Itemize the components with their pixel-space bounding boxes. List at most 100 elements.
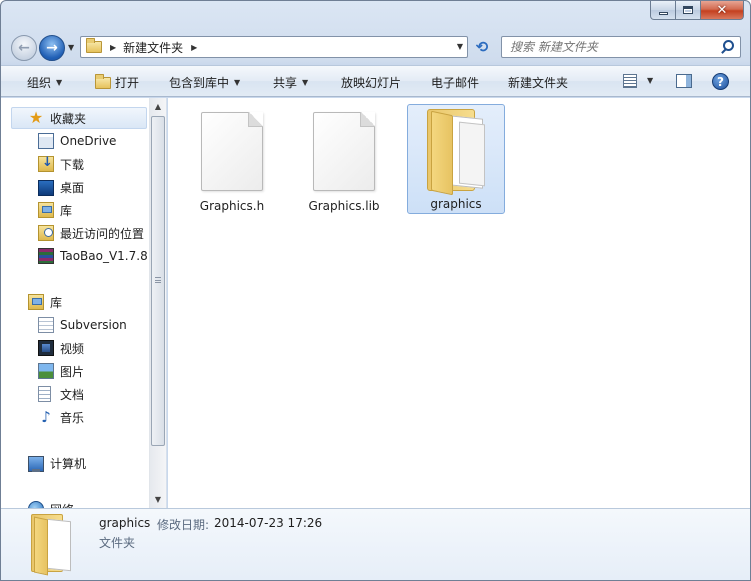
file-name: Graphics.lib: [308, 199, 380, 213]
nav-item-videos[interactable]: 视频: [38, 337, 84, 359]
organize-label: 组织: [27, 76, 52, 90]
navpane-scrollbar[interactable]: ▲ ▼: [149, 98, 166, 508]
computer-icon: [28, 455, 44, 472]
nav-item-subversion[interactable]: Subversion: [38, 314, 127, 336]
minimize-button[interactable]: [650, 1, 676, 20]
back-button[interactable]: ←: [11, 35, 37, 61]
nav-item-recent-places[interactable]: 最近访问的位置: [38, 222, 144, 244]
include-in-library-label: 包含到库中: [169, 76, 230, 90]
include-in-library-button[interactable]: 包含到库中 ▼: [169, 74, 240, 91]
details-pane: graphics 修改日期: 2014-07-23 17:26 文件夹: [1, 508, 750, 580]
file-item[interactable]: graphics: [407, 104, 505, 214]
nav-item-label: 视频: [60, 341, 85, 356]
file-name: graphics: [430, 197, 482, 211]
recent-pages-dropdown[interactable]: ▼: [68, 43, 74, 52]
nav-item-pictures[interactable]: 图片: [38, 360, 84, 382]
slideshow-label: 放映幻灯片: [341, 76, 402, 90]
minimize-icon: [658, 11, 668, 15]
help-icon[interactable]: ?: [712, 73, 729, 90]
file-name: Graphics.h: [199, 199, 265, 213]
music-icon: ♪: [41, 408, 51, 426]
organize-button[interactable]: 组织 ▼: [27, 74, 62, 91]
nav-item-label: 桌面: [60, 180, 85, 195]
new-folder-button[interactable]: 新建文件夹: [508, 74, 568, 91]
share-button[interactable]: 共享 ▼: [273, 74, 308, 91]
nav-item-music[interactable]: ♪ 音乐: [38, 406, 84, 428]
nav-item-label: Subversion: [60, 318, 127, 332]
breadcrumb-separator-icon[interactable]: ▶: [191, 43, 197, 52]
search-icon[interactable]: [720, 38, 738, 56]
close-icon: ✕: [716, 2, 728, 18]
breadcrumb-item[interactable]: 新建文件夹: [123, 39, 183, 56]
details-type: 文件夹: [99, 536, 136, 550]
scroll-down-icon[interactable]: ▼: [150, 491, 166, 508]
nav-network-label: 网络: [50, 501, 74, 509]
chevron-down-icon: ▼: [302, 78, 309, 87]
details-modified-value: 2014-07-23 17:26: [214, 516, 323, 530]
nav-item-label: 音乐: [60, 410, 85, 425]
open-label: 打开: [115, 76, 140, 90]
documents-icon: [38, 386, 51, 402]
desktop-icon: [38, 180, 54, 196]
nav-item-label: OneDrive: [60, 134, 117, 148]
preview-pane-icon[interactable]: [676, 74, 692, 88]
library-icon: [28, 294, 44, 310]
nav-item-taobao[interactable]: TaoBao_V1.7.8.: [38, 245, 152, 267]
chevron-down-icon: ▼: [234, 78, 241, 87]
nav-item-downloads[interactable]: 下载: [38, 153, 84, 175]
folder-icon: [86, 38, 102, 53]
view-options-dropdown-icon[interactable]: ▼: [647, 76, 653, 85]
search-box[interactable]: [501, 36, 741, 58]
document-icon: [313, 112, 375, 191]
library-icon: [38, 202, 54, 218]
caption-buttons: ✕: [650, 1, 744, 20]
navigation-row: ← → ▼ ▶ 新建文件夹 ▶ ▼ ⟲: [1, 32, 750, 62]
address-bar[interactable]: ▶ 新建文件夹 ▶ ▼: [80, 36, 468, 58]
scroll-thumb[interactable]: [151, 116, 165, 446]
new-folder-label: 新建文件夹: [508, 76, 569, 90]
breadcrumb-separator-icon[interactable]: ▶: [110, 43, 116, 52]
forward-button[interactable]: →: [39, 35, 65, 61]
subversion-icon: [38, 317, 54, 333]
refresh-button[interactable]: ⟲: [470, 36, 494, 58]
nav-item-label: 库: [60, 203, 73, 218]
email-button[interactable]: 电子邮件: [431, 74, 479, 91]
nav-item-label: 图片: [60, 364, 85, 379]
nav-computer[interactable]: 计算机: [28, 452, 86, 474]
scroll-up-icon[interactable]: ▲: [150, 98, 166, 115]
details-name: graphics: [99, 516, 151, 530]
nav-libraries[interactable]: 库: [28, 291, 62, 313]
nav-libraries-label: 库: [50, 295, 63, 310]
pictures-icon: [38, 363, 54, 379]
chevron-down-icon: ▼: [56, 78, 63, 87]
open-folder-icon: [95, 73, 111, 89]
address-dropdown-icon[interactable]: ▼: [457, 42, 463, 51]
search-input[interactable]: [510, 40, 720, 54]
file-list[interactable]: Graphics.h Graphics.lib graphics: [168, 98, 750, 508]
nav-item-label: 文档: [60, 387, 85, 402]
slideshow-button[interactable]: 放映幻灯片: [341, 74, 401, 91]
winrar-archive-icon: [38, 248, 54, 264]
nav-item-documents[interactable]: 文档: [38, 383, 84, 405]
maximize-button[interactable]: [676, 1, 701, 20]
nav-computer-label: 计算机: [50, 456, 87, 471]
change-view-icon[interactable]: [623, 74, 637, 88]
nav-favorites[interactable]: ★ 收藏夹: [11, 107, 147, 129]
close-button[interactable]: ✕: [701, 1, 744, 20]
open-button[interactable]: 打开: [95, 73, 140, 91]
nav-item-desktop[interactable]: 桌面: [38, 176, 84, 198]
file-item[interactable]: Graphics.lib: [295, 105, 393, 215]
onedrive-icon: [38, 133, 54, 149]
command-bar: 组织 ▼ 打开 包含到库中 ▼ 共享 ▼ 放映幻灯片 电子邮件 新建文件夹 ▼ ?: [1, 65, 750, 97]
maximize-icon: [683, 6, 693, 14]
nav-item-onedrive[interactable]: OneDrive: [38, 130, 116, 152]
recent-places-icon: [38, 225, 54, 241]
file-item[interactable]: Graphics.h: [183, 105, 281, 215]
video-icon: [38, 340, 54, 356]
nav-item-library-shortcut[interactable]: 库: [38, 199, 72, 221]
network-icon: [28, 501, 44, 508]
document-icon: [201, 112, 263, 191]
nav-network[interactable]: 网络: [28, 498, 74, 508]
grip-icon: [155, 277, 161, 283]
folder-icon: [31, 514, 75, 576]
